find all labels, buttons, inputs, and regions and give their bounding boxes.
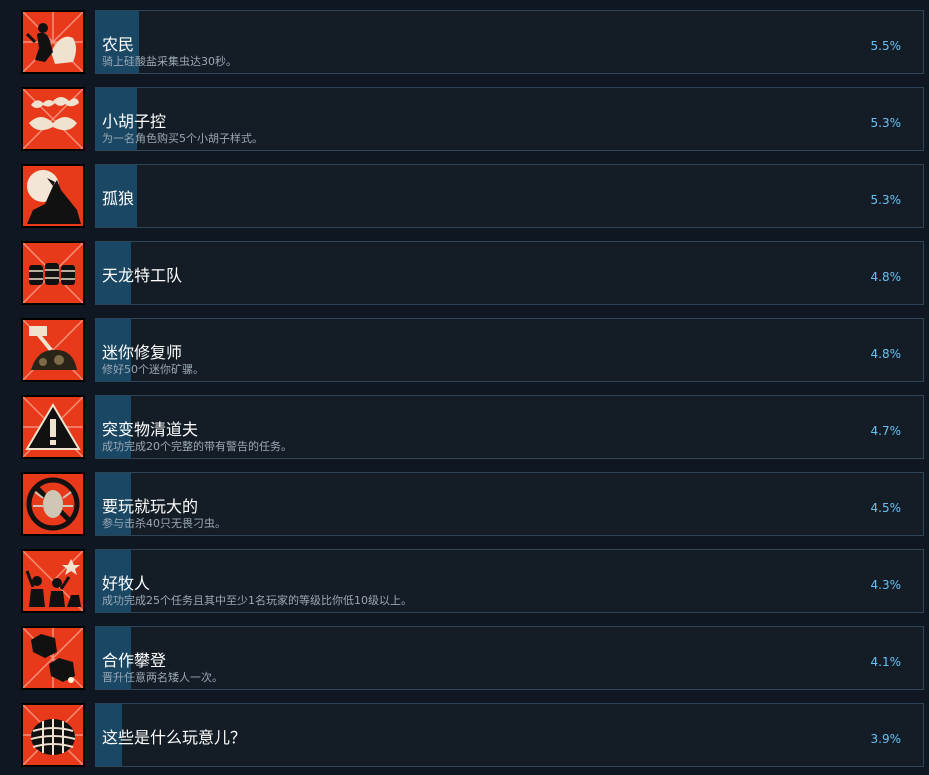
achievement-row[interactable]: 要玩就玩大的 参与击杀40只无畏刁虫。 4.5% (0, 462, 929, 539)
unlock-percentage: 5.3% (870, 193, 902, 207)
achievement-title: 好牧人 (102, 574, 151, 593)
unlock-percentage: 4.7% (870, 424, 902, 438)
rider-icon (21, 10, 85, 74)
unlock-percentage: 5.5% (870, 39, 902, 53)
unlock-percentage: 4.8% (870, 270, 902, 284)
achievement-title: 天龙特工队 (102, 266, 183, 285)
achievement-row[interactable]: 天龙特工队 4.8% (0, 231, 929, 308)
achievement-row[interactable]: 孤狼 5.3% (0, 154, 929, 231)
achievement-description: 成功完成20个完整的带有警告的任务。 (102, 440, 292, 453)
achievement-title: 突变物清道夫 (102, 420, 199, 439)
achievement-description: 修好50个迷你矿骡。 (102, 363, 204, 376)
achievement-title: 孤狼 (102, 189, 135, 208)
banned-bug-icon (21, 472, 85, 536)
achievement-row[interactable]: 突变物清道夫 成功完成20个完整的带有警告的任务。 4.7% (0, 385, 929, 462)
mustache-icon (21, 87, 85, 151)
achievement-row[interactable]: 小胡子控 为一名角色购买5个小胡子样式。 5.3% (0, 77, 929, 154)
achievement-panel: 天龙特工队 4.8% (95, 241, 924, 305)
achievement-panel: 小胡子控 为一名角色购买5个小胡子样式。 5.3% (95, 87, 924, 151)
achievement-title: 迷你修复师 (102, 343, 183, 362)
achievement-row[interactable]: 这些是什么玩意儿？ 3.9% (0, 693, 929, 770)
achievement-list: 农民 骑上硅酸盐采集虫达30秒。 5.5% 小胡子控 为一名角色购买5个小胡子样… (0, 0, 929, 775)
achievement-title: 要玩就玩大的 (102, 497, 199, 516)
unlock-percentage: 5.3% (870, 116, 902, 130)
achievement-description: 为一名角色购买5个小胡子样式。 (102, 132, 263, 145)
howling-wolf-icon (21, 164, 85, 228)
achievement-row[interactable]: 好牧人 成功完成25个任务且其中至少1名玩家的等级比你低10级以上。 4.3% (0, 539, 929, 616)
achievement-description: 成功完成25个任务且其中至少1名玩家的等级比你低10级以上。 (102, 594, 412, 607)
barrel-icon (21, 703, 85, 767)
achievement-description: 骑上硅酸盐采集虫达30秒。 (102, 55, 237, 68)
achievement-panel: 好牧人 成功完成25个任务且其中至少1名玩家的等级比你低10级以上。 4.3% (95, 549, 924, 613)
achievement-panel: 农民 骑上硅酸盐采集虫达30秒。 5.5% (95, 10, 924, 74)
unlock-percentage: 4.1% (870, 655, 902, 669)
unlock-percentage: 3.9% (870, 732, 902, 746)
unlock-percentage: 4.3% (870, 578, 902, 592)
achievement-row[interactable]: 合作攀登 晋升任意两名矮人一次。 4.1% (0, 616, 929, 693)
achievement-panel: 迷你修复师 修好50个迷你矿骡。 4.8% (95, 318, 924, 382)
achievement-panel: 要玩就玩大的 参与击杀40只无畏刁虫。 4.5% (95, 472, 924, 536)
achievement-row[interactable]: 迷你修复师 修好50个迷你矿骡。 4.8% (0, 308, 929, 385)
warning-icon (21, 395, 85, 459)
unlock-percentage: 4.5% (870, 501, 902, 515)
achievement-panel: 合作攀登 晋升任意两名矮人一次。 4.1% (95, 626, 924, 690)
achievement-title: 这些是什么玩意儿？ (102, 728, 247, 747)
achievement-row[interactable]: 农民 骑上硅酸盐采集虫达30秒。 5.5% (0, 0, 929, 77)
achievement-title: 合作攀登 (102, 651, 167, 670)
achievement-title: 小胡子控 (102, 112, 167, 131)
achievement-panel: 突变物清道夫 成功完成20个完整的带有警告的任务。 4.7% (95, 395, 924, 459)
hexagon-stones-icon (21, 626, 85, 690)
achievement-panel: 这些是什么玩意儿？ 3.9% (95, 703, 924, 767)
achievement-title: 农民 (102, 35, 135, 54)
dwarves-cheering-icon (21, 549, 85, 613)
barrels-icon (21, 241, 85, 305)
achievement-panel: 孤狼 5.3% (95, 164, 924, 228)
unlock-percentage: 4.8% (870, 347, 902, 361)
achievement-description: 参与击杀40只无畏刁虫。 (102, 517, 226, 530)
hammer-repair-icon (21, 318, 85, 382)
achievement-description: 晋升任意两名矮人一次。 (102, 671, 223, 684)
